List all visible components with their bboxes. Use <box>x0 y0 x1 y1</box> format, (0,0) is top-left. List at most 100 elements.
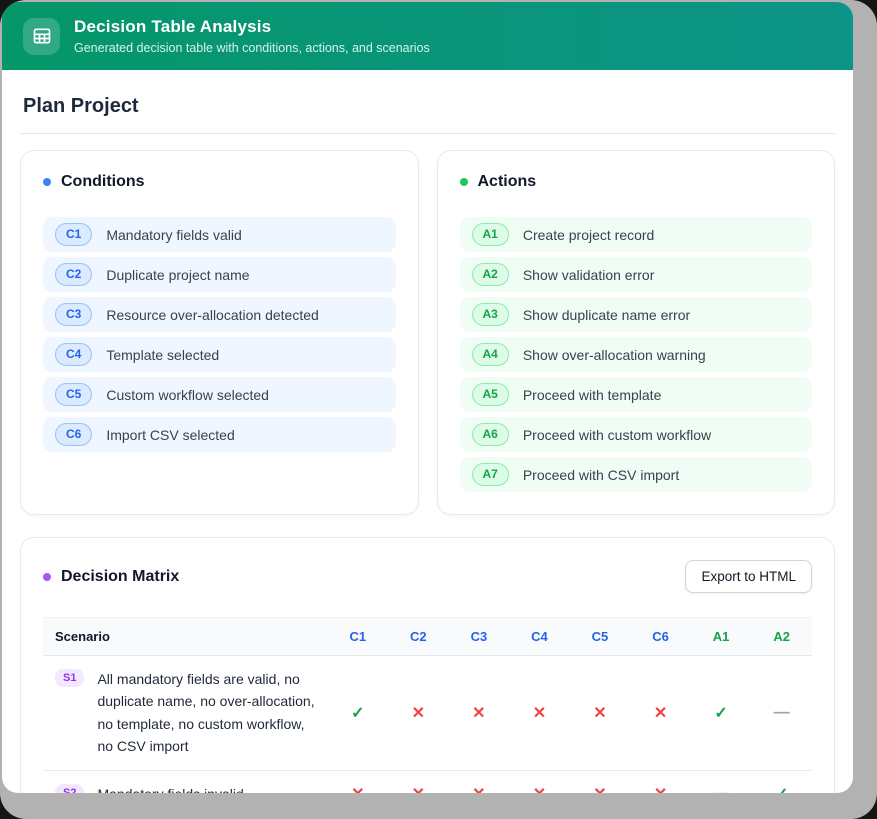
conditions-title: Conditions <box>61 173 145 191</box>
action-id-badge: A5 <box>472 383 509 406</box>
action-id-badge: A2 <box>472 263 509 286</box>
column-header-c5: C5 <box>570 618 631 656</box>
action-id-badge: A1 <box>472 223 509 246</box>
action-item: A2 Show validation error <box>460 257 813 292</box>
actions-title: Actions <box>478 173 537 191</box>
header-text: Decision Table Analysis Generated decisi… <box>74 17 430 54</box>
page-content: Plan Project Conditions C1 Mandatory fiel… <box>2 70 853 793</box>
cross-mark-icon: ✕ <box>388 656 449 771</box>
action-label: Show validation error <box>523 264 655 286</box>
condition-id-badge: C1 <box>55 223 92 246</box>
condition-id-badge: C5 <box>55 383 92 406</box>
column-header-c3: C3 <box>449 618 510 656</box>
condition-label: Custom workflow selected <box>106 384 269 406</box>
condition-item: C2 Duplicate project name <box>43 257 396 292</box>
decision-matrix-card: Decision Matrix Export to HTML ScenarioC… <box>20 537 835 793</box>
condition-id-badge: C4 <box>55 343 92 366</box>
actions-dot-icon <box>460 178 468 186</box>
condition-item: C4 Template selected <box>43 337 396 372</box>
cross-mark-icon: ✕ <box>509 656 570 771</box>
cross-mark-icon: ✕ <box>570 770 631 793</box>
decision-matrix-header: Decision Matrix Export to HTML <box>43 560 812 593</box>
column-header-c4: C4 <box>509 618 570 656</box>
scenario-id-badge: S2 <box>55 784 84 793</box>
conditions-list: C1 Mandatory fields valid C2 Duplicate proj… <box>43 217 396 452</box>
decision-matrix-title: Decision Matrix <box>61 568 179 586</box>
condition-label: Mandatory fields valid <box>106 224 241 246</box>
action-id-badge: A3 <box>472 303 509 326</box>
scenario-description: Mandatory fields invalid <box>97 783 243 793</box>
matrix-row: S2Mandatory fields invalid✕✕✕✕✕✕—✓ <box>43 770 812 793</box>
actions-list: A1 Create project record A2 Show validation… <box>460 217 813 492</box>
cross-mark-icon: ✕ <box>570 656 631 771</box>
condition-item: C1 Mandatory fields valid <box>43 217 396 252</box>
column-header-c6: C6 <box>630 618 691 656</box>
condition-label: Duplicate project name <box>106 264 249 286</box>
action-item: A6 Proceed with custom workflow <box>460 417 813 452</box>
decision-matrix-table: ScenarioC1C2C3C4C5C6A1A2 S1 All mandatory… <box>43 617 812 793</box>
actions-card-title: Actions <box>460 173 813 191</box>
scenario-cell: S2 Mandatory fields invalid <box>43 770 328 793</box>
column-header-c2: C2 <box>388 618 449 656</box>
decision-matrix-dot-icon <box>43 573 51 581</box>
action-id-badge: A6 <box>472 423 509 446</box>
matrix-row: S1 All mandatory fields are valid, no dup… <box>43 656 812 771</box>
matrix-table-body: S1 All mandatory fields are valid, no dup… <box>43 656 812 794</box>
window-frame: Decision Table Analysis Generated decisi… <box>0 0 877 819</box>
cross-mark-icon: ✕ <box>449 770 510 793</box>
action-label: Proceed with custom workflow <box>523 424 711 446</box>
export-html-button[interactable]: Export to HTML <box>685 560 812 593</box>
cross-mark-icon: ✕ <box>388 770 449 793</box>
cross-mark-icon: ✕ <box>449 656 510 771</box>
app-header: Decision Table Analysis Generated decisi… <box>2 2 853 70</box>
action-label: Create project record <box>523 224 655 246</box>
action-id-badge: A7 <box>472 463 509 486</box>
action-label: Show over-allocation warning <box>523 344 706 366</box>
conditions-card-title: Conditions <box>43 173 396 191</box>
conditions-dot-icon <box>43 178 51 186</box>
divider <box>20 133 835 134</box>
action-item: A3 Show duplicate name error <box>460 297 813 332</box>
app-title: Decision Table Analysis <box>74 17 430 37</box>
column-header-scenario: Scenario <box>43 618 328 656</box>
condition-item: C6 Import CSV selected <box>43 417 396 452</box>
scenario-cell: S1 All mandatory fields are valid, no dup… <box>43 656 328 771</box>
check-mark-icon: ✓ <box>691 656 752 771</box>
action-label: Proceed with CSV import <box>523 464 679 486</box>
action-label: Proceed with template <box>523 384 662 406</box>
app-subtitle: Generated decision table with conditions… <box>74 41 430 55</box>
page-title: Plan Project <box>23 95 832 118</box>
condition-id-badge: C2 <box>55 263 92 286</box>
check-mark-icon: ✓ <box>751 770 812 793</box>
dash-mark-icon: — <box>691 770 752 793</box>
cross-mark-icon: ✕ <box>509 770 570 793</box>
scenario-description: All mandatory fields are valid, no dupli… <box>97 668 315 758</box>
scenario-id-badge: S1 <box>55 669 84 687</box>
action-id-badge: A4 <box>472 343 509 366</box>
dash-mark-icon: — <box>751 656 812 771</box>
conditions-card: Conditions C1 Mandatory fields valid C2 Dup… <box>20 150 419 515</box>
cards-grid: Conditions C1 Mandatory fields valid C2 Dup… <box>20 150 835 515</box>
decision-matrix-title-row: Decision Matrix <box>43 568 179 586</box>
condition-item: C3Resource over-allocation detected <box>43 297 396 332</box>
condition-label: Template selected <box>106 344 219 366</box>
action-item: A1 Create project record <box>460 217 813 252</box>
app-window: Decision Table Analysis Generated decisi… <box>2 2 853 793</box>
condition-item: C5 Custom workflow selected <box>43 377 396 412</box>
cross-mark-icon: ✕ <box>630 770 691 793</box>
action-label: Show duplicate name error <box>523 304 690 326</box>
condition-label: Import CSV selected <box>106 424 234 446</box>
column-header-c1: C1 <box>328 618 389 656</box>
check-mark-icon: ✓ <box>328 656 389 771</box>
action-item: A4 Show over-allocation warning <box>460 337 813 372</box>
column-header-a1: A1 <box>691 618 752 656</box>
matrix-table-head: ScenarioC1C2C3C4C5C6A1A2 <box>43 618 812 656</box>
action-item: A5 Proceed with template <box>460 377 813 412</box>
actions-card: Actions A1 Create project record A2 Show va… <box>437 150 836 515</box>
cross-mark-icon: ✕ <box>328 770 389 793</box>
table-grid-icon <box>23 18 60 55</box>
condition-id-badge: C6 <box>55 423 92 446</box>
cross-mark-icon: ✕ <box>630 656 691 771</box>
action-item: A7 Proceed with CSV import <box>460 457 813 492</box>
column-header-a2: A2 <box>751 618 812 656</box>
